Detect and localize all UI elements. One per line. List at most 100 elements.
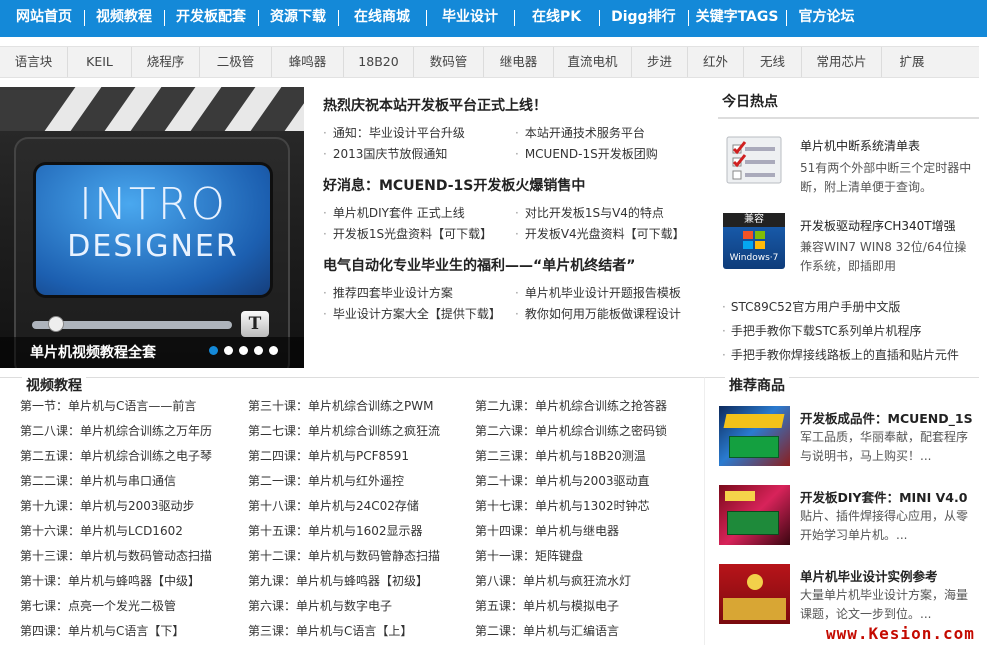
nav-digg-ranking[interactable]: Digg排行 bbox=[599, 0, 687, 37]
lesson-link[interactable]: 第十三课：单片机与数码管动态扫描 bbox=[20, 544, 248, 569]
category-link[interactable]: 蜂鸣器 bbox=[272, 47, 344, 77]
nav-video-tutorials[interactable]: 视频教程 bbox=[84, 0, 164, 37]
slide-dot-3[interactable] bbox=[239, 346, 248, 355]
news-link[interactable]: 通知：毕业设计平台升级 bbox=[323, 123, 515, 144]
product-item[interactable]: 开发板DIY套件：MINI V4.0 贴片、插件焊接得心应用，从零开始学习单片机… bbox=[719, 485, 980, 555]
lesson-link[interactable]: 第十四课：单片机与继电器 bbox=[475, 519, 704, 544]
news-link[interactable]: 推荐四套毕业设计方案 bbox=[323, 283, 515, 304]
product-2-image bbox=[719, 485, 790, 545]
hot-item[interactable]: 单片机中断系统清单表 51有两个外部中断三个定时器中断，附上清单便于查询。 bbox=[718, 121, 979, 201]
category-link[interactable]: 数码管 bbox=[414, 47, 484, 77]
lesson-link[interactable]: 第二五课：单片机综合训练之电子琴 bbox=[20, 444, 248, 469]
category-link[interactable]: 步进 bbox=[632, 47, 688, 77]
slide-indicators bbox=[209, 346, 278, 355]
slide-dot-5[interactable] bbox=[269, 346, 278, 355]
banner-slideshow[interactable]: INTRO DESIGNER T 单片机视频教程全套 bbox=[0, 87, 304, 368]
news-link[interactable]: 毕业设计方案大全【提供下载】 bbox=[323, 304, 515, 325]
lesson-link[interactable]: 第五课：单片机与模拟电子 bbox=[475, 594, 704, 619]
lesson-link[interactable]: 第十五课：单片机与1602显示器 bbox=[248, 519, 475, 544]
news-link[interactable]: 教你如何用万能板做课程设计 bbox=[515, 304, 705, 325]
news-link[interactable]: 开发板V4光盘资料【可下载】 bbox=[515, 224, 705, 245]
lesson-link[interactable]: 第二六课：单片机综合训练之密码锁 bbox=[475, 419, 704, 444]
hot-item-title[interactable]: 单片机中断系统清单表 bbox=[800, 137, 920, 154]
lesson-link[interactable]: 第三课：单片机与C语言【上】 bbox=[248, 619, 475, 644]
clapperboard-top bbox=[0, 87, 304, 131]
slide-dot-4[interactable] bbox=[254, 346, 263, 355]
lesson-link[interactable]: 第二三课：单片机与18B20测温 bbox=[475, 444, 704, 469]
news-link[interactable]: 对比开发板1S与V4的特点 bbox=[515, 203, 705, 224]
news-link[interactable]: 开发板1S光盘资料【可下载】 bbox=[323, 224, 515, 245]
category-link[interactable]: 18B20 bbox=[344, 47, 414, 77]
news-link[interactable]: MCUEND-1S开发板团购 bbox=[515, 144, 705, 165]
top-nav: 网站首页 视频教程 开发板配套 资源下载 在线商城 毕业设计 在线PK Digg… bbox=[0, 0, 987, 37]
hot-link[interactable]: 手把手教你焊接线路板上的直插和贴片元件 bbox=[718, 343, 979, 367]
slide-dot-1[interactable] bbox=[209, 346, 218, 355]
category-link[interactable]: 烧程序 bbox=[132, 47, 200, 77]
product-desc: 贴片、插件焊接得心应用，从零开始学习单片机。... bbox=[800, 509, 969, 542]
today-hot-panel: 今日热点 bbox=[718, 87, 979, 119]
headline-link[interactable]: 好消息：MCUEND-1S开发板火爆销售中 bbox=[323, 178, 585, 194]
lesson-link[interactable]: 第二课：单片机与汇编语言 bbox=[475, 619, 704, 644]
news-link[interactable]: 单片机毕业设计开题报告模板 bbox=[515, 283, 705, 304]
product-item[interactable]: 开发板成品件：MCUEND_1S 军工品质，华丽奉献，配套程序与说明书，马上购买… bbox=[719, 406, 980, 476]
lesson-link[interactable]: 第十七课：单片机与1302时钟芯 bbox=[475, 494, 704, 519]
lesson-link[interactable]: 第十课：单片机与蜂鸣器【中级】 bbox=[20, 569, 248, 594]
lesson-link[interactable]: 第二八课：单片机综合训练之万年历 bbox=[20, 419, 248, 444]
headline-link[interactable]: 电气自动化专业毕业生的福利——“单片机终结者” bbox=[323, 258, 635, 274]
category-link[interactable]: 扩展 bbox=[882, 47, 942, 77]
product-title[interactable]: 开发板成品件：MCUEND_1S bbox=[800, 408, 973, 427]
windows-flag-icon bbox=[743, 231, 765, 249]
news-link[interactable]: 单片机DIY套件 正式上线 bbox=[323, 203, 515, 224]
banner-caption[interactable]: 单片机视频教程全套 bbox=[30, 342, 156, 362]
news-link[interactable]: 本站开通技术服务平台 bbox=[515, 123, 705, 144]
video-tutorial-section: 视频教程 第一节：单片机与C语言——前言 第三十课：单片机综合训练之PWM 第二… bbox=[0, 377, 704, 645]
category-link[interactable]: 语言块 bbox=[0, 47, 68, 77]
lesson-link[interactable]: 第十九课：单片机与2003驱动步 bbox=[20, 494, 248, 519]
product-title[interactable]: 开发板DIY套件：MINI V4.0 bbox=[800, 487, 967, 506]
nav-downloads[interactable]: 资源下载 bbox=[258, 0, 338, 37]
category-link[interactable]: 二极管 bbox=[200, 47, 272, 77]
nav-forum[interactable]: 官方论坛 bbox=[786, 0, 866, 37]
product-1-image bbox=[719, 406, 790, 466]
lesson-link[interactable]: 第四课：单片机与C语言【下】 bbox=[20, 619, 248, 644]
category-link[interactable]: 红外 bbox=[688, 47, 744, 77]
category-link[interactable]: 无线 bbox=[744, 47, 802, 77]
product-title[interactable]: 单片机毕业设计实例参考 bbox=[800, 566, 938, 585]
lesson-link[interactable]: 第七课：点亮一个发光二极管 bbox=[20, 594, 248, 619]
hot-link[interactable]: 手把手教你下载STC系列单片机程序 bbox=[718, 319, 979, 343]
nav-graduation-design[interactable]: 毕业设计 bbox=[426, 0, 514, 37]
news-link[interactable]: 2013国庆节放假通知 bbox=[323, 144, 515, 165]
lesson-link[interactable]: 第二九课：单片机综合训练之抢答器 bbox=[475, 394, 704, 419]
slide-dot-2[interactable] bbox=[224, 346, 233, 355]
lesson-link[interactable]: 第二一课：单片机与红外遥控 bbox=[248, 469, 475, 494]
category-link[interactable]: KEIL bbox=[68, 47, 132, 77]
lesson-link[interactable]: 第二四课：单片机与PCF8591 bbox=[248, 444, 475, 469]
rec-section-title: 推荐商品 bbox=[725, 377, 789, 395]
today-hot-title: 今日热点 bbox=[718, 87, 979, 119]
nav-home[interactable]: 网站首页 bbox=[0, 0, 84, 37]
hot-item[interactable]: 兼容 Windows·7 开发板驱动程序CH340T增强 兼容WIN7 WIN8… bbox=[718, 203, 979, 283]
lesson-link[interactable]: 第十一课：矩阵键盘 bbox=[475, 544, 704, 569]
nav-tags[interactable]: 关键字TAGS bbox=[687, 0, 787, 37]
hot-item-title[interactable]: 开发板驱动程序CH340T增强 bbox=[800, 217, 956, 234]
watermark: www.Kesion.com bbox=[826, 624, 975, 643]
headline-link[interactable]: 热烈庆祝本站开发板平台正式上线！ bbox=[323, 98, 547, 114]
lesson-link[interactable]: 第十六课：单片机与LCD1602 bbox=[20, 519, 248, 544]
nav-dev-board[interactable]: 开发板配套 bbox=[164, 0, 258, 37]
lesson-link[interactable]: 第二十课：单片机与2003驱动直 bbox=[475, 469, 704, 494]
lesson-link[interactable]: 第二七课：单片机综合训练之疯狂流 bbox=[248, 419, 475, 444]
lesson-link[interactable]: 第十二课：单片机与数码管静态扫描 bbox=[248, 544, 475, 569]
lesson-link[interactable]: 第三十课：单片机综合训练之PWM bbox=[248, 394, 475, 419]
category-link[interactable]: 直流电机 bbox=[554, 47, 632, 77]
category-link[interactable]: 继电器 bbox=[484, 47, 554, 77]
lesson-link[interactable]: 第九课：单片机与蜂鸣器【初级】 bbox=[248, 569, 475, 594]
lesson-link[interactable]: 第一节：单片机与C语言——前言 bbox=[20, 394, 248, 419]
nav-online-pk[interactable]: 在线PK bbox=[514, 0, 599, 37]
nav-online-store[interactable]: 在线商城 bbox=[338, 0, 426, 37]
lesson-link[interactable]: 第八课：单片机与疯狂流水灯 bbox=[475, 569, 704, 594]
lesson-link[interactable]: 第二二课：单片机与串口通信 bbox=[20, 469, 248, 494]
hot-link[interactable]: STC89C52官方用户手册中文版 bbox=[718, 295, 979, 319]
lesson-link[interactable]: 第十八课：单片机与24C02存储 bbox=[248, 494, 475, 519]
category-link[interactable]: 常用芯片 bbox=[802, 47, 882, 77]
lesson-link[interactable]: 第六课：单片机与数字电子 bbox=[248, 594, 475, 619]
